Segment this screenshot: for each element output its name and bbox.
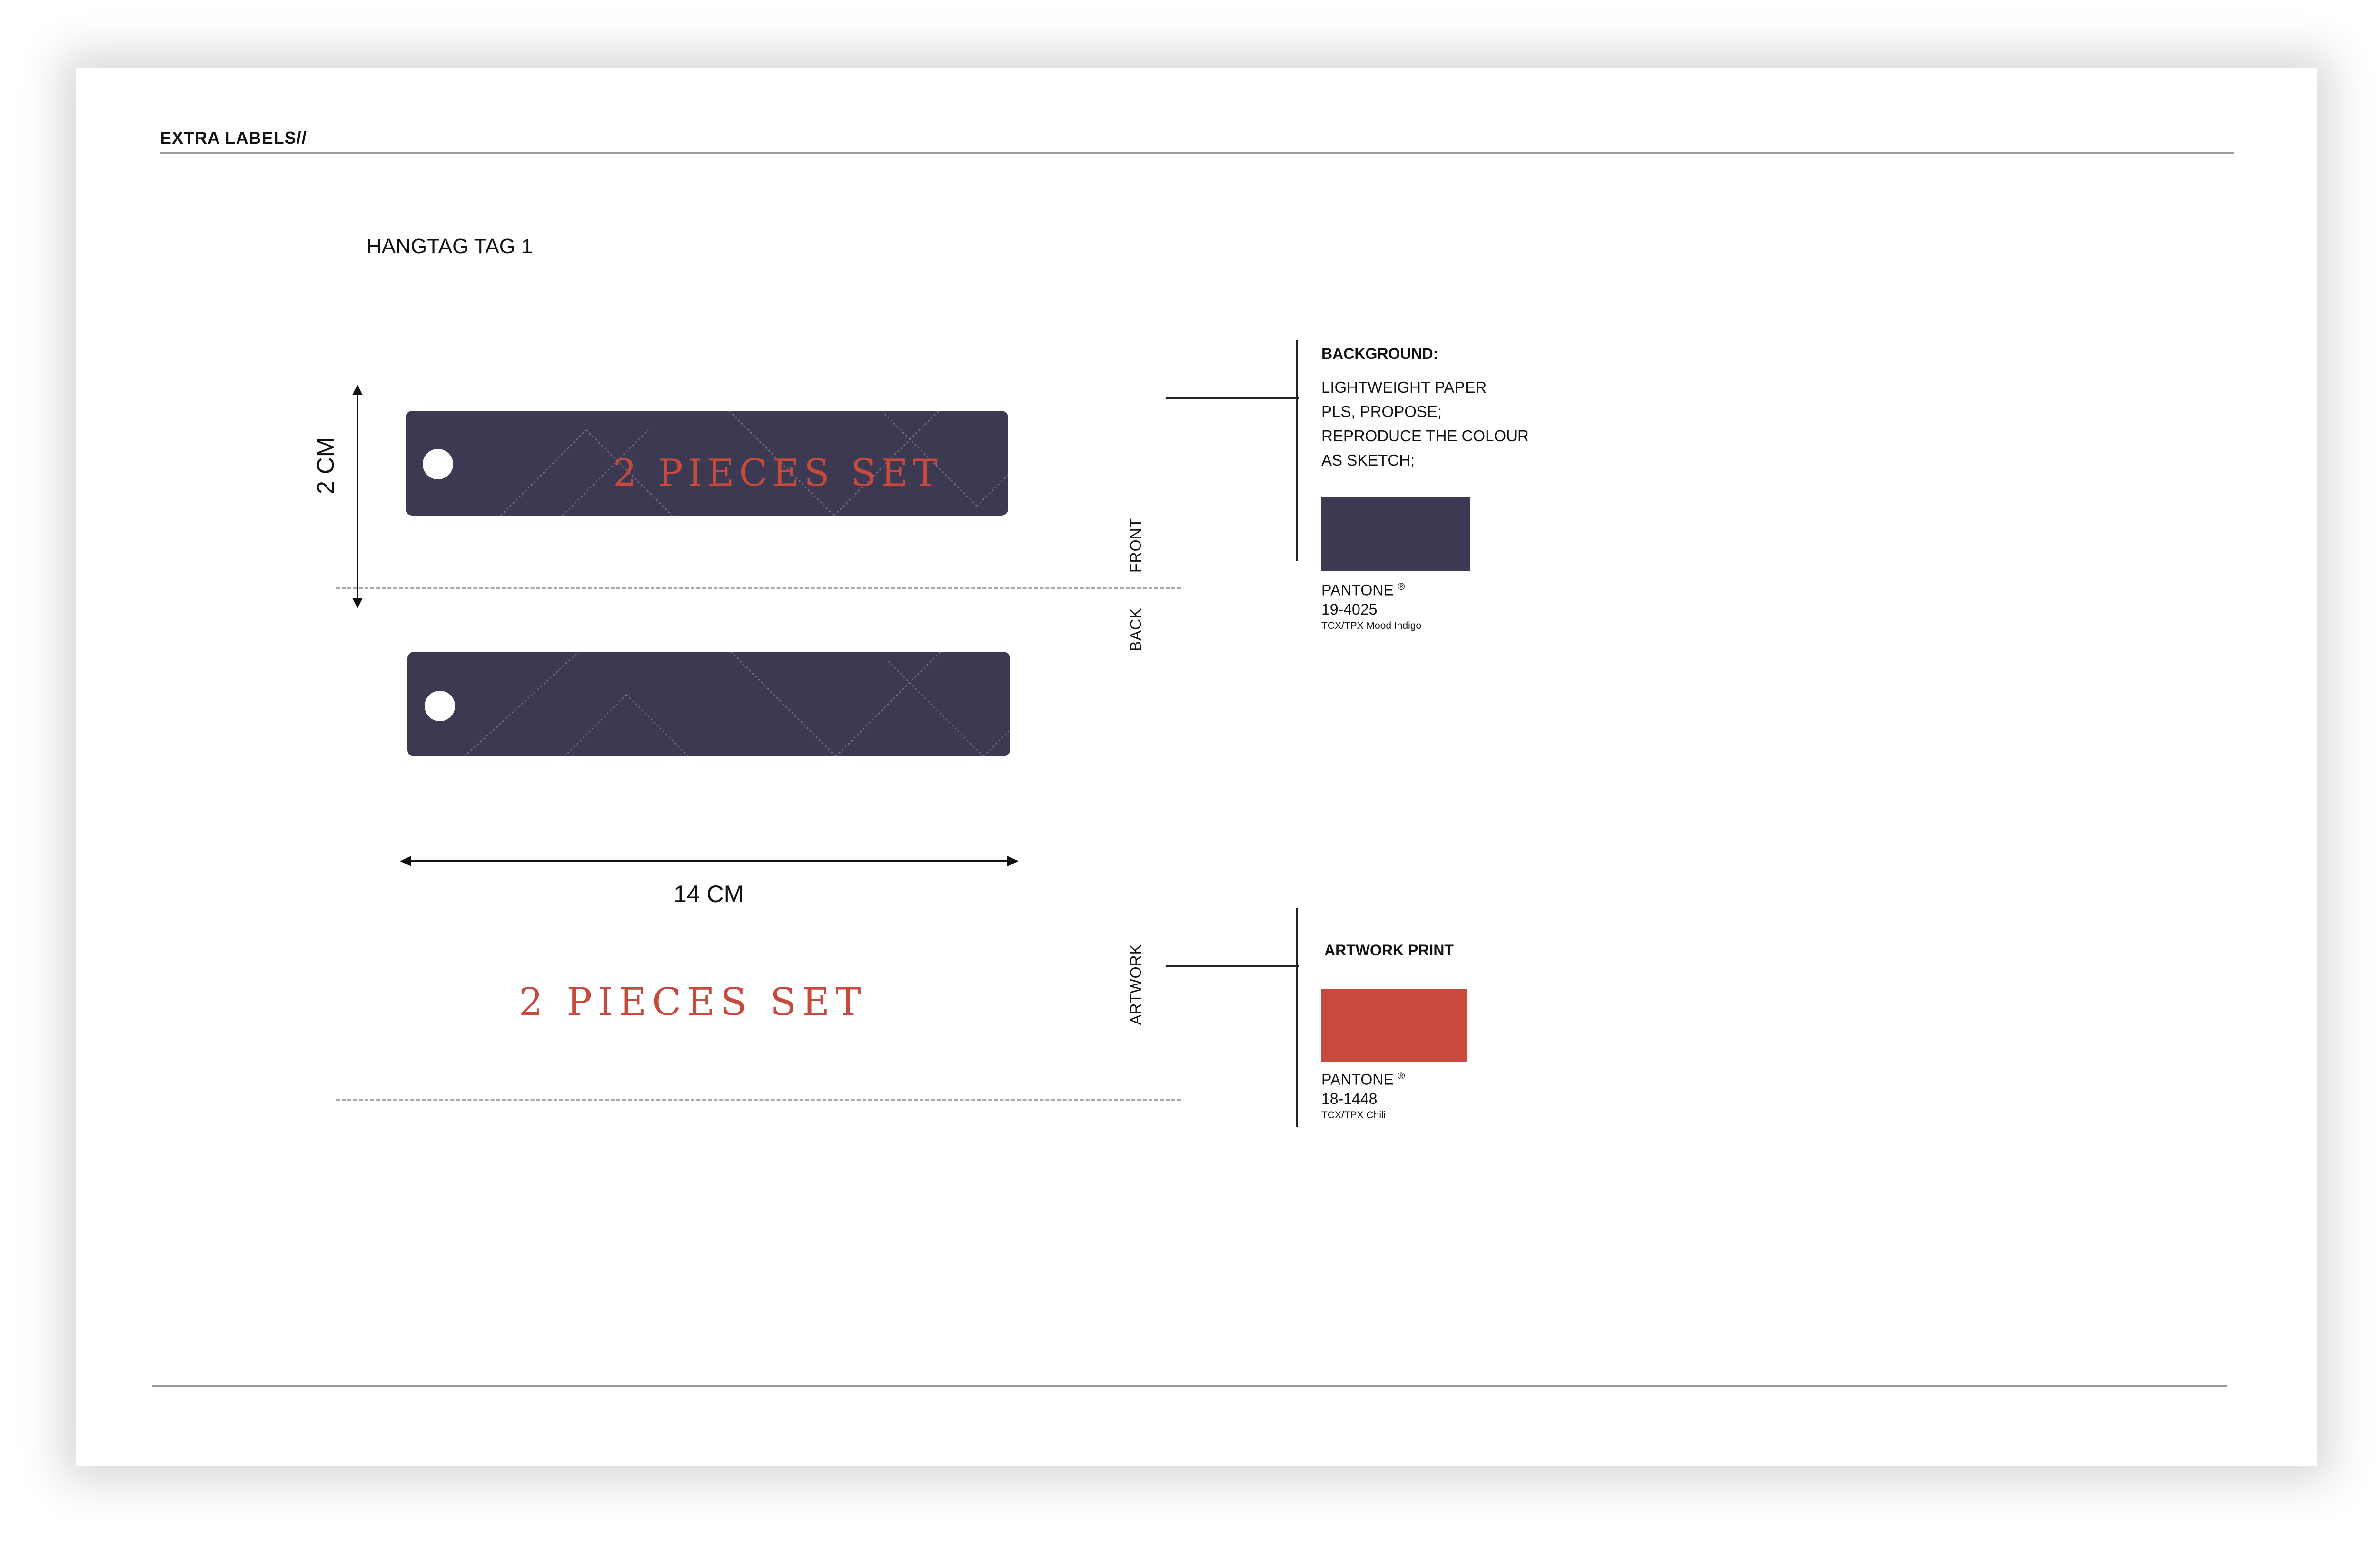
tag-front-text: 2 PIECES SET — [613, 452, 942, 495]
artwork-pantone-info: PANTONE ® 18-1448 TCX/TPX Chili — [1321, 1067, 1405, 1123]
artwork-connector-line — [1166, 965, 1299, 967]
hangtag-front: 2 PIECES SET — [406, 411, 1008, 516]
tag-punch-hole — [423, 449, 453, 479]
background-pantone-code: 19-4025 — [1321, 600, 1378, 618]
registered-mark: ® — [1398, 1071, 1405, 1082]
tag-punch-hole — [425, 691, 455, 721]
background-pantone-info: PANTONE ® 19-4025 TCX/TPX Mood Indigo — [1321, 577, 1421, 633]
header-rule — [160, 152, 2234, 154]
page-title: EXTRA LABELS// — [160, 128, 307, 148]
background-line-3: REPRODUCE THE COLOUR — [1321, 427, 1529, 445]
footer-rule — [152, 1385, 2227, 1387]
background-connector-line — [1166, 397, 1299, 399]
artwork-divider — [336, 1099, 1181, 1101]
height-label: 2 CM — [312, 437, 339, 494]
artwork-pantone-label: PANTONE — [1321, 1071, 1394, 1088]
artwork-pantone-name: TCX/TPX Chili — [1321, 1109, 1386, 1121]
background-line-2: PLS, PROPOSE; — [1321, 403, 1442, 420]
hangtag-back — [407, 652, 1010, 756]
height-dimension-arrow — [352, 385, 363, 608]
artwork-pantone-code: 18-1448 — [1321, 1090, 1378, 1107]
registered-mark: ® — [1398, 582, 1405, 592]
background-heading: BACKGROUND: — [1321, 345, 1438, 362]
background-pantone-label: PANTONE — [1321, 581, 1394, 599]
artwork-bracket-line — [1296, 908, 1298, 1127]
background-line-1: LIGHTWEIGHT PAPER — [1321, 378, 1487, 396]
width-dimension-arrow — [400, 856, 1019, 866]
artwork-color-swatch — [1321, 989, 1467, 1062]
spec-sheet: EXTRA LABELS// HANGTAG TAG 1 2 CM 2 PIEC… — [76, 68, 2317, 1466]
background-pantone-name: TCX/TPX Mood Indigo — [1321, 620, 1422, 631]
tag-back-pattern — [407, 652, 1010, 756]
back-side-label: BACK — [1127, 607, 1144, 651]
artwork-heading: ARTWORK PRINT — [1324, 942, 1454, 959]
width-label: 14 CM — [674, 881, 744, 907]
background-color-swatch — [1321, 497, 1470, 571]
artwork-text: 2 PIECES SET — [519, 980, 867, 1024]
background-bracket-line — [1296, 340, 1298, 561]
artwork-side-label: ARTWORK — [1127, 944, 1144, 1025]
front-side-label: FRONT — [1127, 517, 1144, 573]
section-title: HANGTAG TAG 1 — [367, 235, 533, 258]
background-line-4: AS SKETCH; — [1321, 451, 1415, 469]
front-back-divider — [336, 587, 1181, 589]
